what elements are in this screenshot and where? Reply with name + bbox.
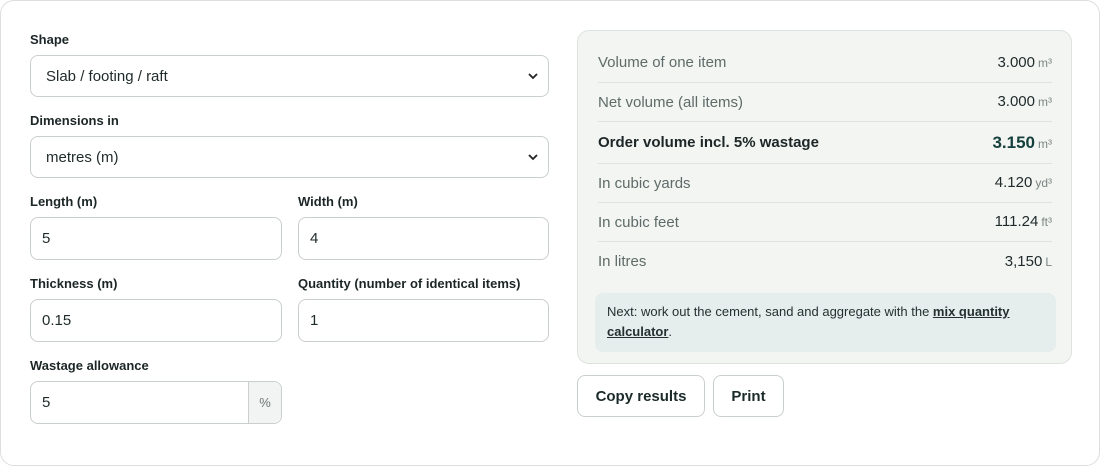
result-name: In cubic feet [598, 213, 679, 231]
copy-results-button[interactable]: Copy results [577, 375, 705, 417]
result-value: 3.000 [997, 53, 1035, 71]
length-input-value: 5 [42, 230, 51, 247]
result-value: 3.000 [997, 93, 1035, 110]
length-input[interactable]: 5 [30, 217, 282, 260]
result-name: Order volume incl. 5% wastage [598, 134, 819, 151]
width-input[interactable]: 4 [298, 217, 549, 260]
result-unit: yd³ [1035, 176, 1052, 190]
result-name: Volume of one item [598, 54, 727, 71]
result-name: In cubic yards [598, 174, 691, 192]
chevron-down-icon [528, 73, 538, 80]
units-select-value: metres (m) [46, 148, 119, 166]
result-row-cubic-yards: In cubic yards 4.120 yd³ [598, 164, 1052, 203]
quantity-label: Quantity (number of identical items) [298, 276, 521, 291]
thickness-input[interactable]: 0.15 [30, 299, 282, 342]
wastage-input-value: 5 [42, 394, 51, 411]
units-label: Dimensions in [30, 113, 119, 128]
shape-select[interactable]: Slab / footing / raft [30, 55, 549, 97]
result-name: In litres [598, 253, 647, 270]
results-panel: Volume of one item 3.000 m³ Net volume (a… [577, 30, 1072, 364]
width-input-value: 4 [310, 230, 319, 247]
result-unit: ft³ [1041, 215, 1052, 229]
result-value: 4.120 [994, 174, 1033, 191]
percent-suffix: % [248, 382, 281, 423]
result-value-group: 4.120 yd³ [995, 174, 1052, 192]
result-unit: m³ [1038, 95, 1052, 109]
result-row-order-volume: Order volume incl. 5% wastage 3.150 m³ [598, 122, 1052, 164]
print-button[interactable]: Print [713, 375, 784, 417]
result-unit: m³ [1038, 136, 1052, 151]
result-value: 3.150 [992, 132, 1035, 152]
chevron-down-icon [528, 154, 538, 161]
result-value-group: 3.000 m³ [997, 93, 1052, 111]
thickness-input-value: 0.15 [42, 312, 72, 329]
result-value: 3,150 [1004, 252, 1043, 270]
wastage-input[interactable]: 5 % [30, 381, 282, 424]
result-row-net-volume: Net volume (all items) 3.000 m³ [598, 83, 1052, 122]
result-value-group: 3.150 m³ [992, 133, 1052, 153]
result-row-cubic-feet: In cubic feet 111.24 ft³ [598, 203, 1052, 242]
quantity-input-value: 1 [310, 312, 319, 329]
result-name: Net volume (all items) [598, 93, 744, 111]
calculator-card: Shape Slab / footing / raft Dimensions i… [0, 0, 1100, 466]
result-value-group: 3.000 m³ [997, 54, 1052, 72]
length-label: Length (m) [30, 194, 98, 209]
quantity-input[interactable]: 1 [298, 299, 549, 342]
result-row-volume-one: Volume of one item 3.000 m³ [598, 43, 1052, 83]
note-suffix: . [668, 324, 673, 339]
next-step-note: Next: work out the cement, sand and aggr… [595, 293, 1056, 352]
result-value: 111.24 [994, 213, 1039, 230]
width-label: Width (m) [298, 194, 358, 209]
thickness-label: Thickness (m) [30, 276, 118, 291]
shape-select-value: Slab / footing / raft [46, 67, 168, 85]
result-value-group: 3,150 L [1005, 253, 1052, 271]
units-select[interactable]: metres (m) [30, 136, 549, 178]
result-row-litres: In litres 3,150 L [598, 242, 1052, 281]
result-unit: m³ [1038, 55, 1052, 70]
wastage-label: Wastage allowance [30, 358, 149, 373]
shape-label: Shape [30, 32, 70, 47]
result-unit: L [1045, 254, 1052, 269]
note-text: Next: work out the cement, sand and aggr… [607, 304, 933, 319]
result-value-group: 111.24 ft³ [995, 213, 1052, 231]
